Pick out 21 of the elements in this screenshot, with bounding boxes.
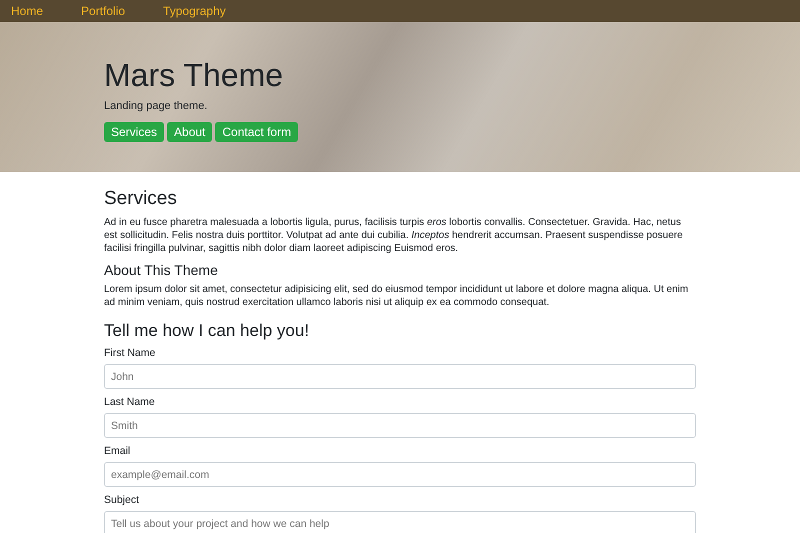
hero-button[interactable]: About [167, 122, 212, 142]
nav-link[interactable]: Typography [163, 4, 226, 18]
hero-button[interactable]: Services [104, 122, 164, 142]
text-input[interactable]: John [104, 364, 696, 389]
hero-button[interactable]: Contact form [215, 122, 298, 142]
section-heading: About This Theme [104, 262, 219, 279]
text-input[interactable]: example@email.com [104, 462, 696, 487]
hero-title: Mars Theme [104, 56, 284, 94]
section-paragraph: Lorem ipsum dolor sit amet, consectetur adipisicing elit, sed do eiusmod tempor incididunt ut labore et dolore magna aliqua. Ut enim ad minim veniam, quis nostrud exercitation ullamco laboris nisi ut aliquip ex ea commodo consequat. [104, 283, 690, 309]
field-label: Subject [104, 494, 140, 506]
form-heading: Tell me how I can help you! [104, 321, 310, 341]
hero-subtitle: Landing page theme. [104, 100, 208, 112]
field-label: Email [104, 445, 132, 457]
section-paragraph: Ad in eu fusce pharetra malesuada a lobortis ligula, purus, facilisis turpis eros lobortis convallis. Consectetuer. Gravida. Hac, netus est sollicitudin. Felis nostra duis porttitor. Volutpat ad ante dui cubilia. Inceptos hendrerit accumsan. Praesent suspendisse posuere facilisi fringilla pulvinar, sagittis nibh dolor diam laoreet adipiscing Euismod eros. [104, 216, 684, 255]
text-input[interactable]: Tell us about your project and how we can help [104, 511, 696, 533]
section-heading: Services [104, 188, 178, 210]
field-label: Last Name [104, 396, 156, 408]
text-input[interactable]: Smith [104, 413, 696, 438]
nav-link[interactable]: Home [11, 4, 44, 18]
nav-link[interactable]: Portfolio [81, 4, 126, 18]
field-label: First Name [104, 347, 156, 359]
